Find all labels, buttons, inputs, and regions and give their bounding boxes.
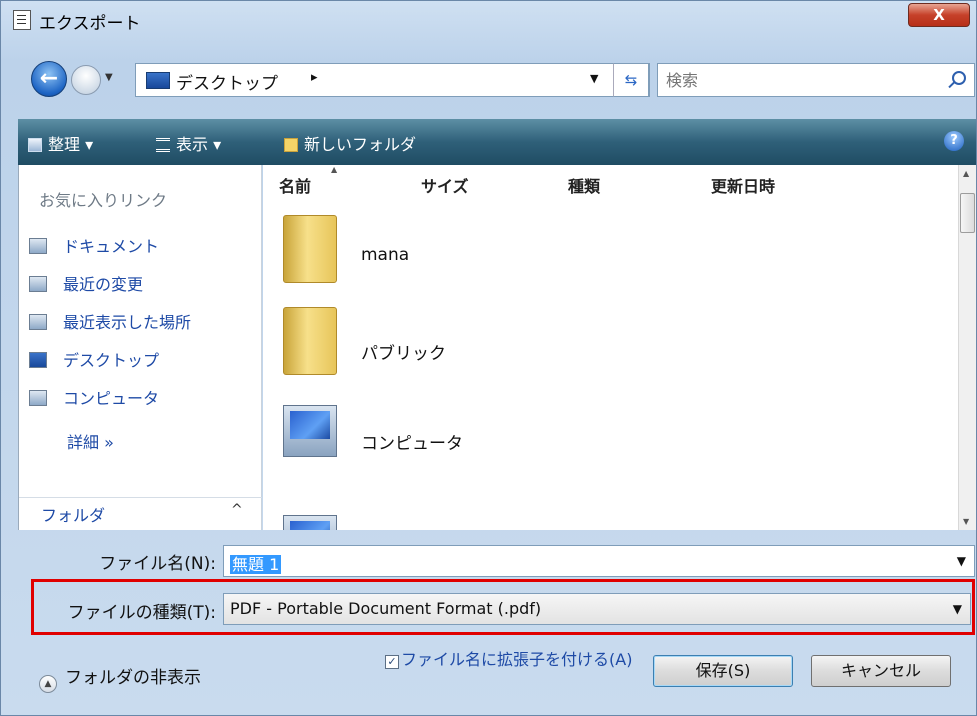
address-text[interactable]: デスクトップ — [176, 69, 278, 94]
navigation-pane: お気に入りリンク ドキュメント 最近の変更 最近表示した場所 デスクトップ コン… — [18, 165, 262, 530]
chevron-down-icon[interactable]: ▼ — [953, 602, 962, 616]
recent-places-icon — [29, 314, 47, 330]
file-name: コンピュータ — [361, 434, 463, 454]
hide-folders-button[interactable]: ▲ フォルダの非表示 — [39, 663, 201, 693]
user-folder-icon — [283, 215, 337, 283]
search-icon[interactable] — [952, 71, 966, 85]
network-icon — [283, 515, 337, 530]
computer-icon — [29, 390, 47, 406]
forward-button[interactable] — [71, 65, 101, 95]
title-bar: エクスポート X — [1, 1, 976, 39]
computer-icon — [283, 405, 337, 457]
organize-label: 整理 ▾ — [48, 135, 94, 154]
folders-label: フォルダ — [41, 506, 106, 525]
refresh-button[interactable]: ⇆ — [613, 63, 649, 97]
hide-folders-label: フォルダの非表示 — [65, 668, 201, 688]
column-header-name[interactable]: 名前 — [279, 165, 311, 196]
search-box[interactable] — [657, 63, 975, 97]
organize-icon — [28, 138, 42, 152]
sidebar-item-label: 最近の変更 — [63, 275, 144, 294]
vertical-scrollbar[interactable]: ▲ ▼ — [958, 165, 976, 530]
sidebar-item-label: デスクトップ — [63, 351, 160, 370]
list-item[interactable]: mana — [275, 211, 875, 291]
folders-toggle[interactable]: フォルダ ^ — [19, 497, 262, 530]
filename-field[interactable]: 無題 1 ▼ — [223, 545, 975, 577]
extension-checkbox-label[interactable]: ファイル名に拡張子を付ける(A) — [401, 651, 641, 669]
file-list: 名前 ▲ サイズ 種類 更新日時 mana パブリック コンピュータ — [263, 165, 958, 530]
list-item[interactable] — [275, 483, 875, 530]
filetype-select[interactable]: PDF - Portable Document Format (.pdf) ▼ — [223, 593, 971, 625]
window-title: エクスポート — [39, 14, 141, 34]
help-icon[interactable]: ? — [944, 131, 964, 151]
navigation-bar: ← ▼ デスクトップ ▸ ▼ ⇆ — [1, 59, 976, 103]
scroll-up-icon[interactable]: ▲ — [963, 169, 969, 178]
sort-ascending-icon: ▲ — [331, 165, 338, 174]
list-item[interactable]: パブリック — [275, 301, 875, 381]
more-links[interactable]: 詳細 » — [67, 429, 114, 453]
close-button[interactable]: X — [908, 3, 970, 27]
column-header-type[interactable]: 種類 — [568, 165, 600, 196]
export-dialog: エクスポート X ← ▼ デスクトップ ▸ ▼ ⇆ 整理 ▾ 表示 ▾ 新しいフ… — [0, 0, 977, 716]
sidebar-item-label: ドキュメント — [63, 237, 160, 256]
column-header-modified[interactable]: 更新日時 — [711, 165, 775, 196]
filetype-value[interactable]: PDF - Portable Document Format (.pdf) — [230, 599, 541, 618]
sidebar-item-label: 最近表示した場所 — [63, 313, 192, 332]
documents-icon — [29, 238, 47, 254]
history-dropdown-icon[interactable]: ▼ — [105, 72, 113, 83]
filename-value[interactable]: 無題 1 — [230, 551, 282, 575]
cancel-button[interactable]: キャンセル — [811, 655, 951, 687]
desktop-icon — [146, 72, 170, 89]
filename-selected-text[interactable]: 無題 1 — [230, 555, 282, 574]
scrollbar-thumb[interactable] — [960, 193, 975, 233]
search-input[interactable] — [666, 69, 926, 91]
save-button[interactable]: 保存(S) — [653, 655, 793, 687]
filetype-label: ファイルの種類(T): — [67, 603, 216, 623]
address-bar[interactable]: デスクトップ ▸ ▼ — [135, 63, 650, 97]
list-item[interactable]: コンピュータ — [275, 393, 875, 473]
folder-icon — [283, 307, 337, 375]
favorite-links-header: お気に入りリンク — [39, 191, 168, 210]
document-icon — [13, 10, 31, 30]
sidebar-item-documents[interactable]: ドキュメント — [29, 233, 159, 259]
new-folder-icon — [284, 138, 298, 152]
view-button[interactable]: 表示 ▾ — [156, 131, 221, 155]
chevron-up-icon: ^ — [231, 502, 243, 518]
desktop-icon — [29, 352, 47, 368]
address-dropdown-icon[interactable]: ▼ — [590, 72, 598, 85]
view-label: 表示 ▾ — [176, 135, 222, 154]
column-header-size[interactable]: サイズ — [421, 165, 469, 196]
chevron-up-icon: ▲ — [39, 675, 57, 693]
command-bar: 整理 ▾ 表示 ▾ 新しいフォルダ ? — [18, 119, 976, 165]
sidebar-item-recent-changes[interactable]: 最近の変更 — [29, 271, 143, 297]
view-icon — [156, 138, 170, 152]
new-folder-button[interactable]: 新しいフォルダ — [284, 131, 416, 155]
organize-button[interactable]: 整理 ▾ — [28, 131, 93, 155]
recent-changes-icon — [29, 276, 47, 292]
extension-checkbox[interactable]: ✓ — [385, 655, 399, 669]
scroll-down-icon[interactable]: ▼ — [963, 517, 969, 526]
sidebar-item-recent-places[interactable]: 最近表示した場所 — [29, 309, 191, 335]
breadcrumb-arrow-icon[interactable]: ▸ — [311, 70, 318, 85]
new-folder-label: 新しいフォルダ — [304, 135, 417, 154]
file-name: パブリック — [361, 344, 446, 364]
sidebar-item-desktop[interactable]: デスクトップ — [29, 347, 159, 373]
sidebar-item-label: コンピュータ — [63, 389, 160, 408]
sidebar-item-computer[interactable]: コンピュータ — [29, 385, 159, 411]
chevron-down-icon[interactable]: ▼ — [957, 554, 966, 568]
file-name: mana — [361, 245, 410, 265]
filename-label: ファイル名(N): — [99, 554, 216, 574]
back-button[interactable]: ← — [31, 61, 67, 97]
